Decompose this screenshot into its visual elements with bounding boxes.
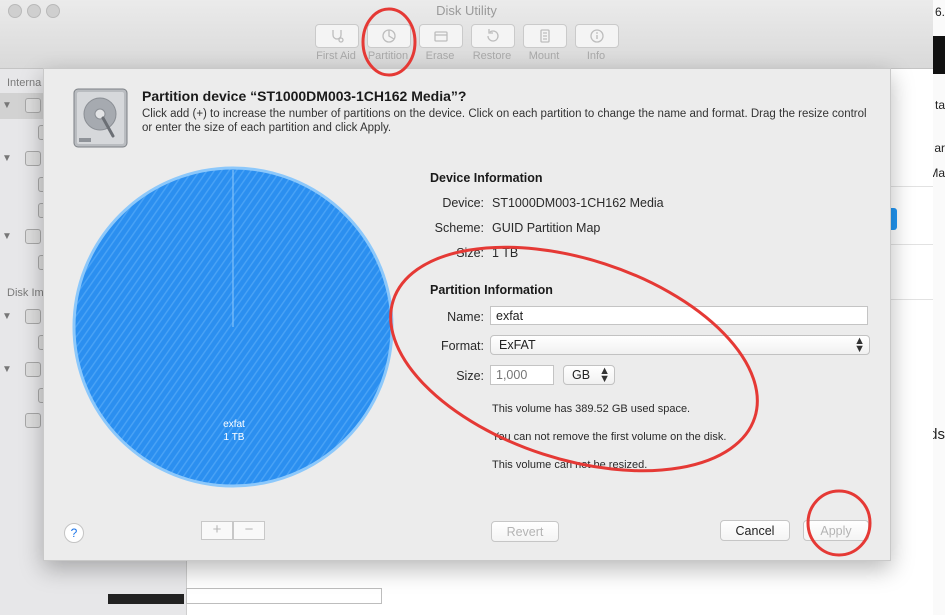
device-value: ST1000DM003-1CH162 Media (492, 196, 664, 210)
disk-image-icon (25, 362, 41, 377)
note-cannot-resize: This volume can not be resized. (492, 459, 648, 471)
add-partition-button[interactable]: + (201, 521, 233, 540)
mount-icon (540, 29, 550, 43)
scheme-value: GUID Partition Map (492, 221, 601, 235)
format-value: ExFAT (499, 338, 536, 352)
size-label: Size: (456, 369, 484, 383)
restore-button[interactable] (471, 24, 515, 48)
partition-sheet: Partition device “ST1000DM003-1CH162 Med… (43, 68, 891, 561)
device-info-title: Device Information (430, 171, 543, 185)
adjacent-window-bar (933, 36, 945, 74)
disk-icon (25, 151, 41, 166)
info-label: Info (586, 50, 606, 62)
eraser-icon (434, 31, 448, 42)
edge-text: 6. (934, 5, 945, 19)
restore-icon (487, 29, 499, 42)
disclosure-triangle-icon[interactable]: ▼ (2, 231, 12, 242)
disk-image-icon (25, 309, 41, 324)
info-icon (590, 29, 604, 43)
size-unit-popup[interactable]: GB ▲ ▼ (563, 365, 615, 385)
revert-button[interactable]: Revert (491, 521, 559, 542)
remove-partition-button[interactable]: − (233, 521, 265, 540)
divider (890, 299, 933, 300)
disk-icon (25, 229, 41, 244)
device-size-value: 1 TB (492, 246, 519, 260)
stethoscope-icon (332, 30, 344, 43)
note-cannot-remove: You can not remove the first volume on t… (492, 431, 727, 443)
background-element (108, 594, 184, 604)
pie-partition-name: exfat (223, 419, 245, 430)
scheme-label: Scheme: (434, 221, 484, 235)
disk-image-icon (25, 413, 41, 428)
disclosure-triangle-icon[interactable]: ▼ (2, 364, 12, 375)
chevron-updown-icon: ▲ ▼ (854, 335, 865, 355)
pie-partition-size: 1 TB (223, 432, 245, 443)
window-title: Disk Utility (436, 3, 497, 18)
disk-icon (25, 98, 41, 113)
sheet-title: Partition device “ST1000DM003-1CH162 Med… (142, 88, 467, 104)
disclosure-triangle-icon[interactable]: ▼ (2, 311, 12, 322)
edge-text: ta (934, 98, 945, 112)
background-element (186, 588, 382, 604)
format-popup[interactable]: ExFAT ▲ ▼ (490, 335, 870, 355)
sheet-description: Click add (+) to increase the number of … (142, 108, 867, 134)
mount-button[interactable] (523, 24, 567, 48)
mount-label: Mount (528, 50, 560, 62)
sidebar-header-images: Disk Im (7, 287, 44, 299)
partition-name-field[interactable] (490, 306, 868, 325)
name-label: Name: (447, 310, 484, 324)
info-button[interactable] (575, 24, 619, 48)
divider (890, 186, 933, 187)
erase-button[interactable] (419, 24, 463, 48)
erase-label: Erase (425, 50, 455, 62)
restore-label: Restore (472, 50, 512, 62)
device-label: Device: (442, 196, 484, 210)
hard-drive-icon (73, 88, 128, 148)
chevron-updown-icon: ▲ ▼ (599, 365, 610, 385)
divider (890, 244, 933, 245)
partition-label: Partition (367, 50, 409, 62)
cancel-button[interactable]: Cancel (720, 520, 790, 541)
sidebar-header-internal: Interna (7, 77, 42, 89)
device-size-label: Size: (456, 246, 484, 260)
partition-info-title: Partition Information (430, 283, 553, 297)
edge-text: ar (934, 141, 945, 155)
pie-chart-icon (382, 29, 396, 43)
disclosure-triangle-icon[interactable]: ▼ (2, 100, 12, 111)
first-aid-button[interactable] (315, 24, 359, 48)
first-aid-label: First Aid (316, 50, 356, 62)
adjacent-window-edge: 6. ta ar Ma ds (928, 0, 945, 615)
format-label: Format: (440, 339, 484, 353)
apply-button[interactable]: Apply (803, 520, 869, 541)
partition-size-field[interactable] (490, 365, 554, 385)
help-button[interactable]: ? (64, 523, 84, 543)
window-toolbar: Disk Utility First Aid Partition Erase R… (0, 0, 933, 69)
size-unit-value: GB (572, 368, 591, 382)
partition-button[interactable] (367, 24, 411, 48)
note-used-space: This volume has 389.52 GB used space. (492, 403, 691, 415)
disclosure-triangle-icon[interactable]: ▼ (2, 153, 12, 164)
